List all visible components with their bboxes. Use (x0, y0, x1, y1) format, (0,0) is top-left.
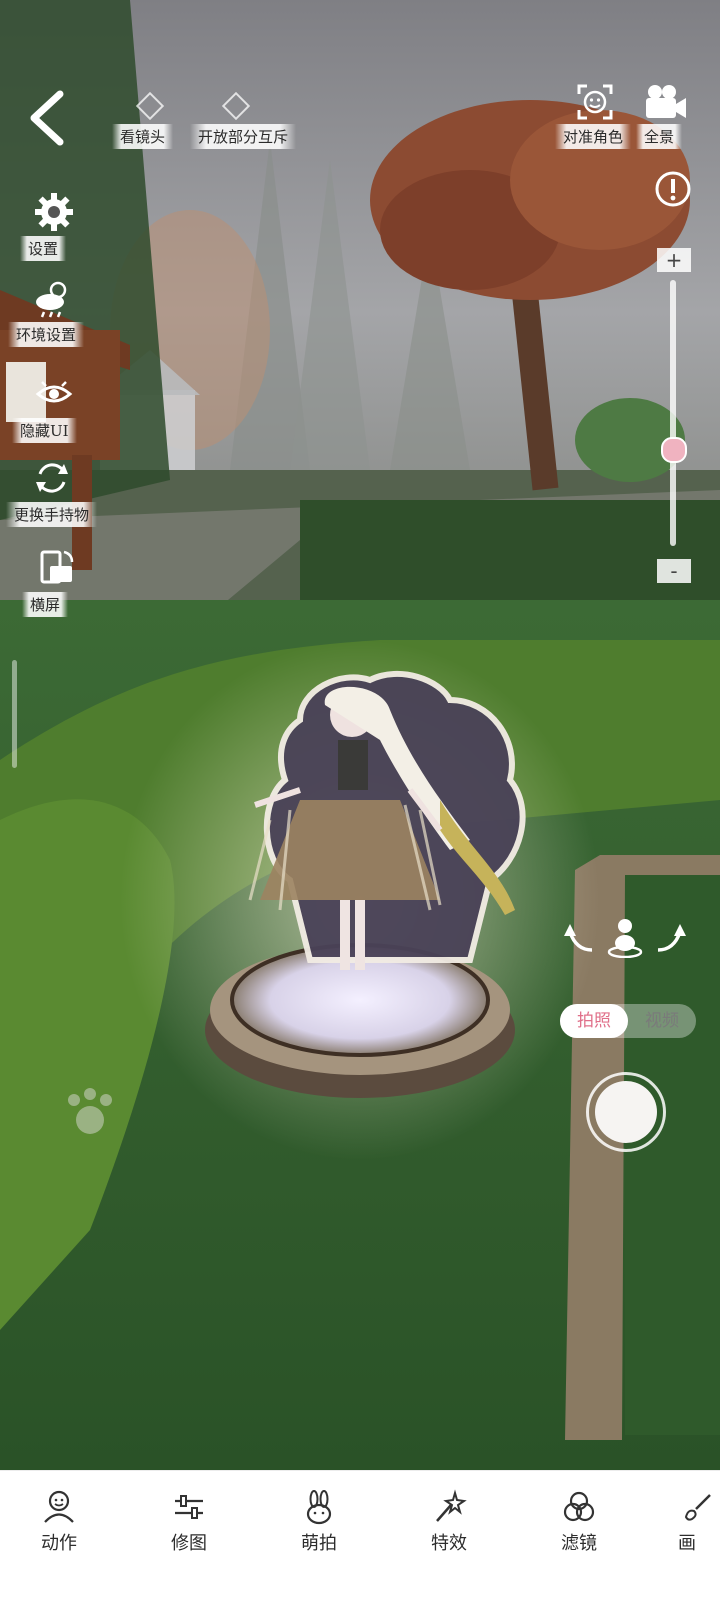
zoom-slider-thumb[interactable] (661, 437, 687, 463)
tab-cute-shot[interactable]: 萌拍 (274, 1489, 364, 1555)
wand-icon (436, 1489, 467, 1522)
info-button[interactable] (654, 170, 692, 208)
chevron-left-icon (30, 90, 64, 146)
panorama-button[interactable]: 全景 (632, 82, 702, 152)
environment-settings-label: 环境设置 (8, 322, 85, 347)
character-reset-button[interactable] (606, 916, 644, 959)
adjust-icon (175, 1495, 203, 1519)
shutter-inner (595, 1081, 657, 1143)
look-at-camera-label: 看镜头 (112, 124, 174, 149)
video-camera-icon (646, 85, 686, 118)
bottom-toolbar: 动作 修图 萌拍 特效 滤镜 画 (0, 1470, 720, 1601)
look-at-camera-toggle[interactable]: 看镜头 (112, 91, 190, 150)
panorama-label: 全景 (636, 124, 683, 149)
exclamation-icon (655, 171, 691, 207)
photo-mode-tab[interactable]: 拍照 (560, 1004, 628, 1038)
gear-icon (35, 193, 73, 231)
side-drawer-handle[interactable] (12, 660, 17, 768)
shutter-button[interactable] (586, 1072, 666, 1152)
rotate-right-icon (657, 924, 686, 952)
tab-adjust[interactable]: 修图 (144, 1489, 234, 1555)
diamond-icon (135, 91, 165, 121)
tab-pose[interactable]: 动作 (14, 1489, 104, 1555)
pose-icon (44, 1490, 74, 1523)
zoom-in-button[interactable]: + (657, 248, 691, 272)
zoom-out-label: - (670, 559, 678, 583)
rotate-right-button[interactable] (654, 920, 690, 956)
back-button[interactable] (24, 88, 72, 148)
partial-interaction-label: 开放部分互斥 (190, 124, 297, 149)
change-held-item-button[interactable]: 更换手持物 (6, 458, 98, 538)
zoom-in-label: + (665, 248, 683, 272)
change-held-item-label: 更换手持物 (6, 502, 98, 527)
tab-effects[interactable]: 特效 (404, 1489, 494, 1555)
video-mode-label: 视频 (645, 1011, 679, 1031)
photo-mode-label: 拍照 (577, 1011, 611, 1031)
weather-icon (36, 281, 67, 318)
video-mode-tab[interactable]: 视频 (628, 1004, 696, 1038)
tab-brush-label: 画 (678, 1533, 696, 1554)
rotate-left-icon (564, 924, 593, 952)
zoom-slider-track[interactable] (670, 280, 676, 546)
swap-icon (36, 463, 68, 493)
tab-brush[interactable]: 画 (664, 1489, 720, 1555)
character-icon (607, 919, 643, 959)
landscape-mode-label: 横屏 (22, 592, 69, 617)
zoom-out-button[interactable]: - (657, 559, 691, 583)
face-focus-icon (577, 84, 613, 120)
landscape-mode-button[interactable]: 横屏 (14, 548, 94, 628)
rotate-screen-icon (40, 550, 74, 584)
filter-icon (563, 1491, 595, 1522)
tab-filter-label: 滤镜 (561, 1533, 597, 1554)
hide-ui-button[interactable]: 隐藏UI (12, 374, 92, 454)
diamond-icon (221, 91, 251, 121)
focus-character-label: 对准角色 (555, 124, 632, 149)
settings-button[interactable]: 设置 (12, 192, 92, 272)
capture-mode-toggle[interactable]: 拍照 视频 (560, 1004, 696, 1038)
partial-interaction-toggle[interactable]: 开放部分互斥 (190, 91, 297, 150)
environment-settings-button[interactable]: 环境设置 (8, 278, 88, 358)
tab-filter[interactable]: 滤镜 (534, 1489, 624, 1555)
game-viewport[interactable]: 看镜头 开放部分互斥 对准角色 全景 + - 设置 环境设置 隐藏UI 更换手持… (0, 0, 720, 1470)
eye-icon (35, 381, 73, 403)
tab-effects-label: 特效 (431, 1533, 467, 1554)
rotate-left-button[interactable] (560, 920, 596, 956)
brush-icon (684, 1494, 711, 1521)
focus-character-button[interactable]: 对准角色 (555, 82, 635, 152)
settings-label: 设置 (20, 236, 67, 261)
tab-pose-label: 动作 (41, 1533, 77, 1554)
tab-cute-shot-label: 萌拍 (301, 1533, 337, 1554)
scene-background (0, 0, 720, 1470)
tab-adjust-label: 修图 (171, 1533, 207, 1554)
hide-ui-label: 隐藏UI (12, 418, 77, 443)
bunny-icon (306, 1490, 332, 1525)
